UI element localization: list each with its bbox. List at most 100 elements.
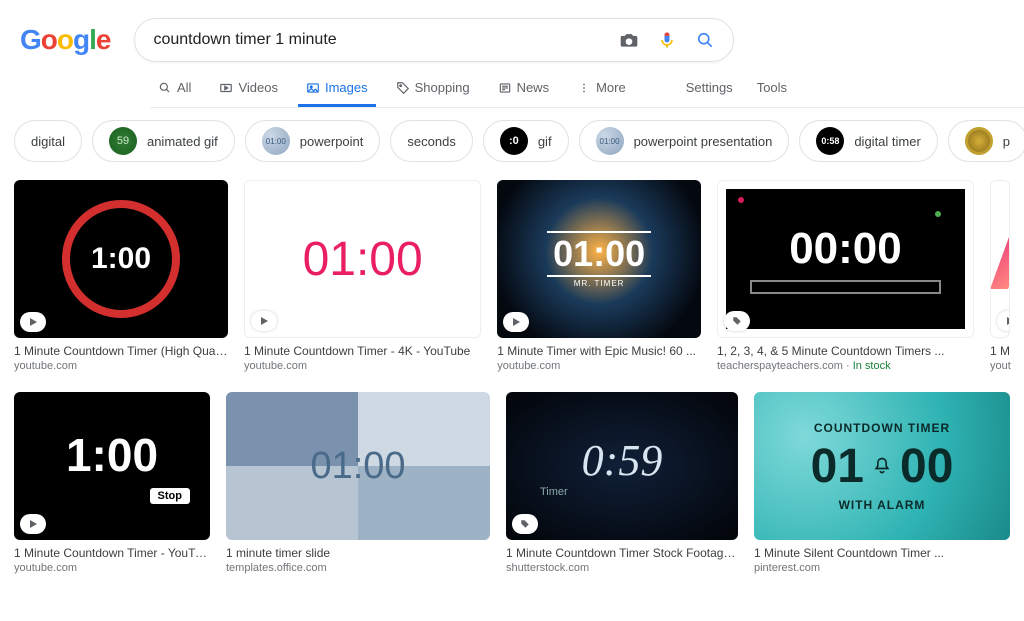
result-thumb: 1:00 Stop xyxy=(14,392,210,540)
result-thumb: 0:59 Timer xyxy=(506,392,738,540)
timer-text: 00 xyxy=(900,439,953,494)
result-title: 1 Minute Countdown Timer - YouTube xyxy=(14,546,210,560)
tab-label: Videos xyxy=(238,80,278,95)
tab-all[interactable]: All xyxy=(150,66,199,107)
chip-thumb xyxy=(965,127,993,155)
play-badge-icon xyxy=(251,311,277,331)
related-chips: digital 59 animated gif 01:00 powerpoint… xyxy=(0,108,1024,174)
search-bar[interactable] xyxy=(134,18,734,62)
search-small-icon xyxy=(158,81,172,95)
tab-label: All xyxy=(177,80,191,95)
tab-label: Shopping xyxy=(415,80,470,95)
result-meta: teacherspayteachers.com · In stock xyxy=(717,360,974,372)
tag-icon xyxy=(396,81,410,95)
result-title: 1 Minute Countdown Timer Stock Footage .… xyxy=(506,546,738,560)
chip-seconds[interactable]: seconds xyxy=(390,120,472,162)
chip-digital[interactable]: digital xyxy=(14,120,82,162)
result-thumb: 01:00 xyxy=(226,392,490,540)
tab-news[interactable]: News xyxy=(490,66,558,107)
progress-bar xyxy=(750,280,941,294)
result-title: 1 Minute Countdown Timer (High Qualit... xyxy=(14,344,228,358)
result-card[interactable]: 1 M yout xyxy=(990,180,1010,372)
play-badge-icon xyxy=(20,312,46,332)
result-source: youtube.com xyxy=(244,360,481,372)
bell-icon xyxy=(872,451,892,481)
result-row: 1:00 1 Minute Countdown Timer (High Qual… xyxy=(14,180,1010,372)
result-thumb xyxy=(990,180,1010,338)
logo-letter: e xyxy=(96,24,111,55)
chip-label: powerpoint xyxy=(300,134,364,149)
timer-text: 0:59 xyxy=(582,435,663,486)
result-card[interactable]: 1:00 Stop 1 Minute Countdown Timer - You… xyxy=(14,392,210,574)
logo-letter: o xyxy=(41,24,57,55)
result-thumb: 1:00 xyxy=(14,180,228,338)
chip-powerpoint-presentation[interactable]: 01:00 powerpoint presentation xyxy=(579,120,790,162)
tab-images[interactable]: Images xyxy=(298,66,376,107)
stop-button: Stop xyxy=(150,488,190,504)
timer-text: 01:00 xyxy=(310,445,405,488)
chip-digital-timer[interactable]: 0:58 digital timer xyxy=(799,120,937,162)
tag-badge-icon xyxy=(512,514,538,534)
logo-letter: l xyxy=(89,24,96,55)
result-card[interactable]: 01:00 1 Minute Countdown Timer - 4K - Yo… xyxy=(244,180,481,372)
tools-link[interactable]: Tools xyxy=(757,80,787,95)
tab-shopping[interactable]: Shopping xyxy=(388,66,478,107)
result-card[interactable]: 0:59 Timer 1 Minute Countdown Timer Stoc… xyxy=(506,392,738,574)
google-logo[interactable]: Google xyxy=(20,24,110,56)
timer-text: 01:00 xyxy=(303,232,423,287)
result-title: 1 Minute Silent Countdown Timer ... xyxy=(754,546,1010,560)
result-card[interactable]: 00:00 1, 2, 3, 4, & 5 Minute Countdown T… xyxy=(717,180,974,372)
chip-label: powerpoint presentation xyxy=(634,134,773,149)
tab-label: News xyxy=(517,80,550,95)
chip-powerpoint[interactable]: 01:00 powerpoint xyxy=(245,120,381,162)
result-card[interactable]: 1:00 1 Minute Countdown Timer (High Qual… xyxy=(14,180,228,372)
result-source: yout xyxy=(990,360,1010,372)
chip-gif[interactable]: :0 gif xyxy=(483,120,569,162)
result-card[interactable]: 01:00 1 minute timer slide templates.off… xyxy=(226,392,490,574)
settings-link[interactable]: Settings xyxy=(686,80,733,95)
chip-label: p xyxy=(1003,134,1010,149)
timer-text: 00:00 xyxy=(789,224,902,274)
search-icon[interactable] xyxy=(695,30,715,50)
play-badge-icon xyxy=(20,514,46,534)
tabs-right: Settings Tools xyxy=(686,80,787,107)
video-icon xyxy=(219,81,233,95)
timer-subtext: Timer xyxy=(540,486,568,498)
result-card[interactable]: COUNTDOWN TIMER 01 00 WITH ALARM 1 Minut… xyxy=(754,392,1010,574)
timer-subtext: MR. TIMER xyxy=(574,279,625,288)
timer-graphic xyxy=(990,229,1010,289)
result-title: 1 minute timer slide xyxy=(226,546,490,560)
timer-text: 1:00 xyxy=(66,428,158,482)
image-icon xyxy=(306,81,320,95)
chip-animated-gif[interactable]: 59 animated gif xyxy=(92,120,235,162)
timer-text: 01:00 xyxy=(553,233,645,274)
result-card[interactable]: 01:00 MR. TIMER 1 Minute Timer with Epic… xyxy=(497,180,701,372)
search-input[interactable] xyxy=(153,31,619,49)
tag-badge-icon xyxy=(724,311,750,331)
logo-letter: o xyxy=(57,24,73,55)
chip-thumb: 01:00 xyxy=(262,127,290,155)
result-title: 1 Minute Countdown Timer - 4K - YouTube xyxy=(244,344,481,358)
result-source: pinterest.com xyxy=(754,562,1010,574)
chip-label: seconds xyxy=(407,134,455,149)
chip-thumb: 01:00 xyxy=(596,127,624,155)
result-thumb: 01:00 xyxy=(244,180,481,338)
camera-icon[interactable] xyxy=(619,30,639,50)
tab-more[interactable]: More xyxy=(569,66,634,107)
result-thumb: 00:00 xyxy=(717,180,974,338)
chip-thumb: :0 xyxy=(500,127,528,155)
play-badge-icon xyxy=(997,311,1010,331)
confetti-dot xyxy=(738,197,744,203)
timer-text: 1:00 xyxy=(91,242,151,276)
result-source: youtube.com xyxy=(14,562,210,574)
search-tabs: All Videos Images Shopping News More Set… xyxy=(150,66,1024,108)
result-source: templates.office.com xyxy=(226,562,490,574)
result-source: youtube.com xyxy=(14,360,228,372)
result-title: 1 Minute Timer with Epic Music! 60 ... xyxy=(497,344,701,358)
result-thumb: COUNTDOWN TIMER 01 00 WITH ALARM xyxy=(754,392,1010,540)
mic-icon[interactable] xyxy=(657,30,677,50)
timer-heading: COUNTDOWN TIMER xyxy=(814,421,950,435)
tab-videos[interactable]: Videos xyxy=(211,66,286,107)
chip-label: animated gif xyxy=(147,134,218,149)
chip-cutoff[interactable]: p xyxy=(948,120,1024,162)
